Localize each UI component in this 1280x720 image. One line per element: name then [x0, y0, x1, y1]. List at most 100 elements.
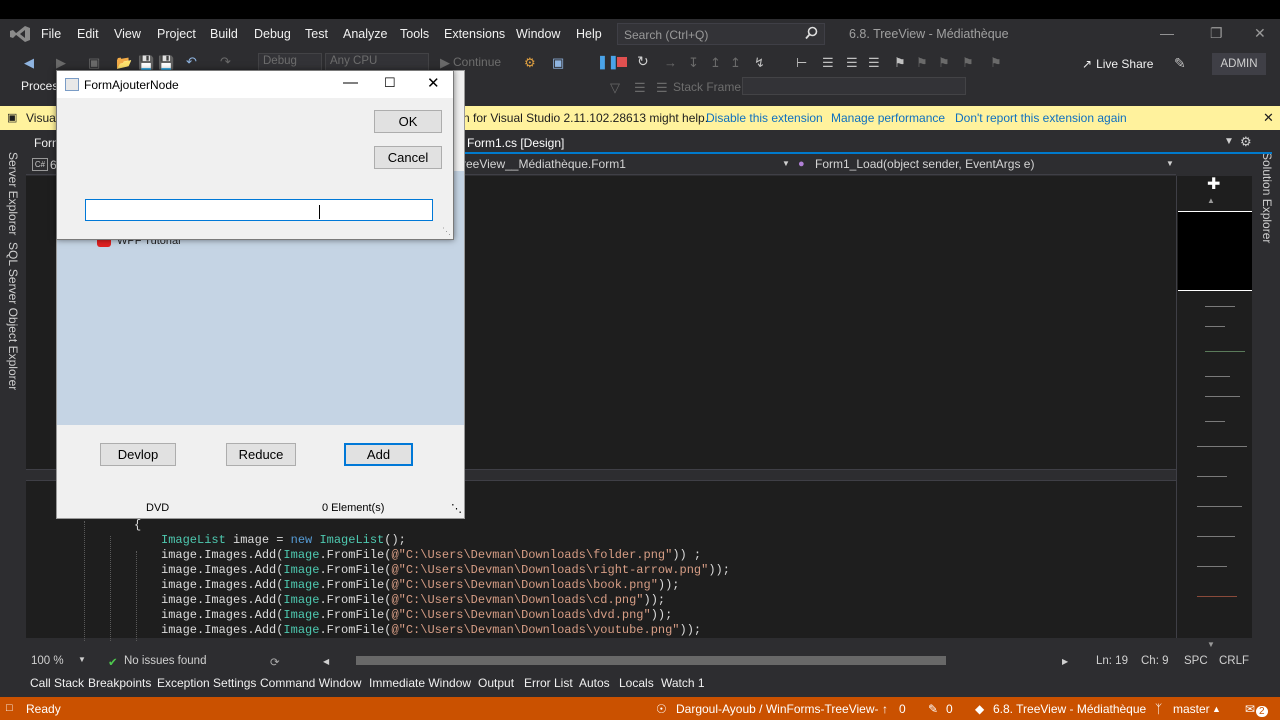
format-icon[interactable]: ☰: [846, 55, 858, 71]
dialog-close-icon[interactable]: ✕: [427, 74, 440, 92]
menu-analyze[interactable]: Analyze: [343, 27, 387, 41]
scroll-up-icon[interactable]: ▲: [1207, 196, 1215, 205]
solution-explorer-tab[interactable]: Solution Explorer: [1260, 152, 1274, 243]
branch-up-icon[interactable]: ▲: [1212, 704, 1221, 714]
platform-select[interactable]: Any CPU: [325, 53, 429, 71]
bookmark-icon[interactable]: ⚑: [894, 55, 906, 71]
indent-mode[interactable]: SPC: [1184, 655, 1208, 667]
infobar-close-icon[interactable]: ✕: [1263, 110, 1274, 126]
scroll-right-icon[interactable]: ▶: [1062, 657, 1068, 666]
menu-file[interactable]: File: [41, 27, 61, 41]
configuration-select[interactable]: Debug: [258, 53, 322, 71]
thread-icon[interactable]: ⊢: [796, 55, 807, 71]
settings-gear-icon[interactable]: ⚙: [1240, 134, 1252, 150]
resize-grip-icon[interactable]: ⋱: [451, 502, 462, 516]
menu-build[interactable]: Build: [210, 27, 238, 41]
uncomment-icon[interactable]: ☰: [868, 55, 880, 71]
reduce-button[interactable]: Reduce: [226, 443, 296, 466]
menu-project[interactable]: Project: [157, 27, 196, 41]
restore-icon[interactable]: ❐: [1210, 25, 1223, 42]
clear-bookmarks-icon[interactable]: ⚑: [990, 55, 1002, 71]
menu-edit[interactable]: Edit: [77, 27, 99, 41]
branch-name[interactable]: master: [1173, 702, 1210, 716]
tab-immediate-window[interactable]: Immediate Window: [369, 676, 471, 690]
tab-output[interactable]: Output: [478, 676, 514, 690]
sql-server-object-explorer-tab[interactable]: SQL Server Object Explorer: [6, 242, 20, 390]
scrollbar-minimap[interactable]: ✚ ▲ ▼: [1176, 174, 1252, 649]
scroll-down-icon[interactable]: ▼: [1207, 640, 1215, 649]
undo-icon[interactable]: ↶: [186, 54, 197, 70]
split-window-icon[interactable]: ✚: [1207, 174, 1220, 194]
cleanup-brush-icon[interactable]: ⟳: [270, 655, 280, 669]
screenshot-icon[interactable]: ▣: [552, 55, 564, 71]
tab-error-list[interactable]: Error List: [524, 676, 573, 690]
search-input[interactable]: Search (Ctrl+Q): [617, 23, 825, 45]
filter-icon[interactable]: ▽: [610, 80, 620, 96]
restart-icon[interactable]: ↻: [637, 53, 649, 70]
prev-bookmark-icon[interactable]: ⚑: [916, 55, 928, 71]
dialog-minimize-icon[interactable]: —: [343, 74, 358, 91]
attach-icon[interactable]: ⚙: [524, 55, 536, 71]
tab-command-window[interactable]: Command Window: [260, 676, 361, 690]
menu-test[interactable]: Test: [305, 27, 328, 41]
menu-help[interactable]: Help: [576, 27, 602, 41]
dialog-resize-grip-icon[interactable]: ⋱: [442, 226, 451, 237]
tab-call-stack[interactable]: Call Stack: [30, 676, 84, 690]
line-ending[interactable]: CRLF: [1219, 655, 1249, 667]
scroll-left-icon[interactable]: ◀: [323, 657, 329, 666]
pause-icon[interactable]: ❚❚: [597, 54, 619, 70]
zoom-level[interactable]: 100 %: [31, 655, 64, 667]
horizontal-scrollbar[interactable]: [356, 656, 946, 665]
notifications-icon[interactable]: ✉: [1245, 702, 1255, 716]
menu-extensions[interactable]: Extensions: [444, 27, 505, 41]
step-into-icon[interactable]: ↧: [688, 55, 699, 71]
redo-icon[interactable]: ↷: [220, 54, 231, 70]
feedback-icon[interactable]: ✎: [1174, 55, 1186, 72]
push-count[interactable]: 0: [899, 702, 906, 716]
solution-name[interactable]: 6.8. TreeView - Médiathèque: [993, 702, 1146, 716]
class-navigation-select[interactable]: reeView__Médiathèque.Form1: [462, 157, 790, 173]
show-next-statement-icon[interactable]: →: [664, 55, 677, 70]
bookmark-folder-icon[interactable]: ⚑: [962, 55, 974, 71]
next-bookmark-icon[interactable]: ⚑: [938, 55, 950, 71]
continue-icon[interactable]: ▶: [440, 55, 450, 71]
menu-view[interactable]: View: [114, 27, 141, 41]
tab-watch-1[interactable]: Watch 1: [661, 676, 705, 690]
hot-reload-icon[interactable]: ↯: [754, 55, 765, 71]
issues-status[interactable]: No issues found: [124, 655, 206, 667]
step-out-icon[interactable]: ↥: [730, 55, 741, 71]
live-share-button[interactable]: ↗ Live Share: [1082, 57, 1153, 71]
minimap-viewport[interactable]: [1178, 211, 1252, 291]
new-project-icon[interactable]: ▣: [88, 55, 100, 71]
menu-debug[interactable]: Debug: [254, 27, 291, 41]
tab-exception-settings[interactable]: Exception Settings: [157, 676, 256, 690]
repository-name[interactable]: Dargoul-Ayoub / WinForms-TreeView-: [676, 702, 879, 716]
member-navigation-select[interactable]: Form1_Load(object sender, EventArgs e): [815, 157, 1175, 173]
stack-frame-select[interactable]: [742, 77, 966, 95]
save-all-icon[interactable]: 💾: [158, 55, 174, 71]
changes-count[interactable]: 0: [946, 702, 953, 716]
add-button[interactable]: Add: [344, 443, 413, 466]
back-icon[interactable]: ◀: [24, 55, 34, 71]
comment-icon[interactable]: ☰: [822, 55, 834, 71]
dialog-maximize-icon[interactable]: ☐: [384, 75, 396, 91]
ok-button[interactable]: OK: [374, 110, 442, 133]
node-name-input[interactable]: [85, 199, 433, 221]
zoom-dropdown-icon[interactable]: ▼: [78, 655, 86, 664]
open-folder-icon[interactable]: 📂: [116, 55, 132, 71]
develop-button[interactable]: Devlop: [100, 443, 176, 466]
thread-flag-icon[interactable]: ☰: [656, 80, 668, 96]
user-account-button[interactable]: ADMIN: [1212, 53, 1266, 75]
continue-button[interactable]: Continue: [453, 55, 501, 69]
menu-tools[interactable]: Tools: [400, 27, 429, 41]
stop-icon[interactable]: [617, 57, 627, 67]
manage-performance-link[interactable]: Manage performance: [831, 111, 945, 125]
server-explorer-tab[interactable]: Server Explorer: [6, 152, 20, 235]
forward-icon[interactable]: ▶: [56, 55, 66, 71]
close-icon[interactable]: ✕: [1254, 25, 1266, 42]
dont-report-link[interactable]: Don't report this extension again: [955, 111, 1127, 125]
minimize-icon[interactable]: —: [1160, 25, 1174, 41]
tab-autos[interactable]: Autos: [579, 676, 610, 690]
dialog-title-bar[interactable]: FormAjouterNode — ☐ ✕: [57, 71, 453, 98]
tab-breakpoints[interactable]: Breakpoints: [88, 676, 151, 690]
